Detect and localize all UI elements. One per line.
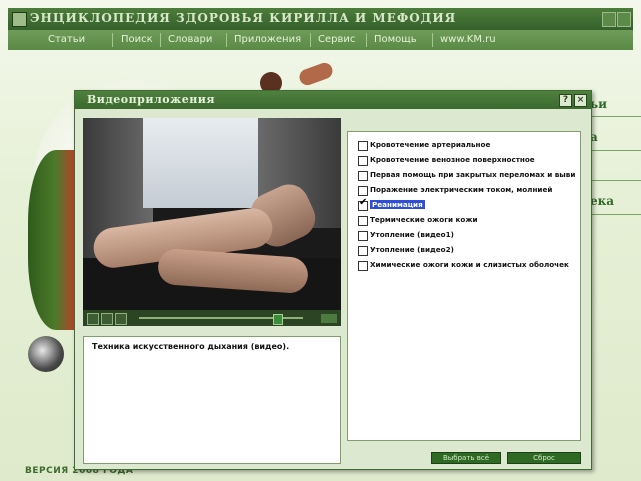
divider: [590, 150, 641, 151]
list-item[interactable]: Кровотечение артериальное: [358, 140, 490, 152]
menu-item-articles[interactable]: Статьи: [48, 34, 85, 45]
divider: [590, 214, 641, 215]
video-description: Техника искусственного дыхания (видео).: [92, 342, 290, 351]
checkbox[interactable]: [358, 141, 368, 151]
list-item-selected[interactable]: Реанимация: [358, 197, 425, 212]
description-panel: Техника искусственного дыхания (видео).: [83, 336, 341, 464]
menu-item-website[interactable]: www.KM.ru: [440, 34, 496, 45]
stop-icon[interactable]: [101, 313, 113, 325]
list-item[interactable]: Термические ожоги кожи: [358, 215, 478, 227]
checkbox[interactable]: [358, 261, 368, 271]
title-bar: ЭНЦИКЛОПЕДИЯ ЗДОРОВЬЯ КИРИЛЛА И МЕФОДИЯ: [8, 8, 633, 30]
menu-item-dictionaries[interactable]: Словари: [168, 34, 212, 45]
dialog-close-button[interactable]: ×: [574, 94, 587, 107]
fullscreen-icon[interactable]: [115, 313, 127, 325]
help-button[interactable]: ?: [559, 94, 572, 107]
close-window-button[interactable]: [617, 12, 631, 27]
select-all-button[interactable]: Выбрать всё: [431, 452, 501, 464]
checkbox[interactable]: [358, 246, 368, 256]
video-list: Кровотечение артериальное Кровотечение в…: [347, 131, 581, 441]
side-heading-fragment: ьи: [590, 97, 608, 111]
play-icon[interactable]: [87, 313, 99, 325]
dialog-title-bar: Видеоприложения ? ×: [75, 91, 591, 109]
video-dialog: Видеоприложения ? × Техника искусственно…: [74, 90, 592, 470]
menu-bar: Статьи Поиск Словари Приложения Сервис П…: [8, 30, 633, 50]
menu-item-help[interactable]: Помощь: [374, 34, 417, 45]
dialog-title: Видеоприложения: [87, 93, 216, 106]
list-item[interactable]: Кровотечение венозное поверхностное: [358, 155, 535, 167]
app-title: ЭНЦИКЛОПЕДИЯ ЗДОРОВЬЯ КИРИЛЛА И МЕФОДИЯ: [30, 11, 457, 25]
app-icon: [12, 12, 27, 27]
divider: [590, 116, 641, 117]
minimize-button[interactable]: [602, 12, 616, 27]
video-player[interactable]: [83, 118, 341, 310]
reset-button[interactable]: Сброс: [507, 452, 581, 464]
camera-icon: [28, 336, 64, 372]
checkbox[interactable]: [358, 171, 368, 181]
checkbox[interactable]: [358, 216, 368, 226]
menu-item-service[interactable]: Сервис: [318, 34, 355, 45]
list-item[interactable]: Химические ожоги кожи и слизистых оболоч…: [358, 260, 569, 272]
side-heading-fragment: ека: [590, 194, 615, 208]
checkbox[interactable]: [358, 156, 368, 166]
list-item[interactable]: Утопление (видео1): [358, 230, 454, 242]
divider: [590, 180, 641, 181]
list-item[interactable]: Поражение электрическим током, молнией: [358, 185, 552, 197]
menu-item-applications[interactable]: Приложения: [234, 34, 301, 45]
menu-item-search[interactable]: Поиск: [121, 34, 153, 45]
checkbox[interactable]: [358, 186, 368, 196]
list-item[interactable]: Утопление (видео2): [358, 245, 454, 257]
video-controls: [83, 310, 341, 326]
checkbox-checked[interactable]: [358, 197, 368, 211]
list-item[interactable]: Первая помощь при закрытых переломах и в…: [358, 170, 575, 182]
volume-control[interactable]: [321, 314, 337, 323]
seek-thumb[interactable]: [273, 314, 283, 325]
checkbox[interactable]: [358, 231, 368, 241]
